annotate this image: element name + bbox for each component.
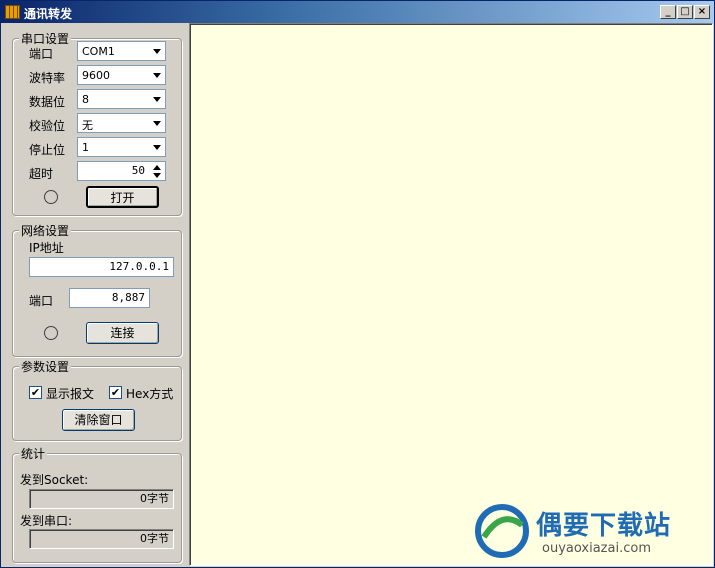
to-socket-label: 发到Socket: [20, 473, 89, 487]
watermark: 偶要下载站 ouyaoxiazai.com [474, 501, 704, 561]
app-icon [5, 5, 20, 19]
watermark-logo-icon [475, 504, 529, 558]
chevron-down-icon [153, 121, 161, 126]
serial-settings-group: 串口设置 端口 COM1 波特率 9600 数据位 8 校验位 无 停止位 1 … [12, 30, 182, 216]
parity-select[interactable]: 无 [77, 113, 166, 133]
network-port-input[interactable]: 8,887 [69, 288, 150, 308]
watermark-url: ouyaoxiazai.com [542, 541, 651, 556]
data-bits-value: 8 [82, 93, 89, 106]
chevron-down-icon [153, 73, 161, 78]
timeout-label: 超时 [29, 167, 54, 181]
close-button[interactable]: × [694, 5, 710, 19]
timeout-value: 50 [131, 164, 145, 177]
spin-up-icon[interactable] [153, 165, 161, 170]
parity-value: 无 [82, 119, 93, 132]
network-port-label: 端口 [29, 294, 54, 308]
maximize-button[interactable]: □ [677, 5, 693, 19]
ip-address-input[interactable]: 127.0.0.1 [29, 257, 174, 277]
baud-rate-select[interactable]: 9600 [77, 65, 166, 85]
watermark-title: 偶要下载站 [536, 511, 672, 541]
show-message-checkbox[interactable]: ✔ [29, 386, 42, 399]
baud-rate-value: 9600 [82, 69, 110, 82]
title-bar[interactable]: 通讯转发 _ □ × [1, 1, 714, 23]
params-settings-group: 参数设置 ✔ 显示报文 ✔ Hex方式 清除窗口 [12, 358, 182, 441]
network-settings-title: 网络设置 [19, 222, 72, 239]
serial-port-value: COM1 [82, 45, 115, 58]
show-message-label: 显示报文 [46, 387, 95, 401]
network-settings-group: 网络设置 IP地址 127.0.0.1 端口 8,887 连接 [12, 222, 182, 357]
baud-rate-label: 波特率 [29, 71, 66, 85]
params-settings-title: 参数设置 [19, 358, 72, 375]
serial-port-select[interactable]: COM1 [77, 41, 166, 61]
network-status-indicator [44, 326, 58, 340]
to-serial-counter: 0字节 [29, 529, 174, 549]
serial-port-label: 端口 [29, 47, 54, 61]
open-serial-button[interactable]: 打开 [86, 186, 159, 208]
hex-mode-checkbox[interactable]: ✔ [109, 386, 122, 399]
chevron-down-icon [153, 49, 161, 54]
hex-mode-label: Hex方式 [126, 387, 174, 401]
spin-down-icon[interactable] [153, 173, 161, 178]
stop-bits-label: 停止位 [29, 143, 66, 157]
chevron-down-icon [153, 97, 161, 102]
parity-label: 校验位 [29, 119, 66, 133]
chevron-down-icon [153, 145, 161, 150]
main-window: 通讯转发 _ □ × 串口设置 端口 COM1 波特率 9600 数据位 8 校… [0, 0, 715, 568]
stop-bits-value: 1 [82, 141, 89, 154]
timeout-spinner[interactable]: 50 [77, 161, 166, 181]
to-socket-counter: 0字节 [29, 489, 174, 509]
ip-address-label: IP地址 [29, 241, 64, 255]
minimize-button[interactable]: _ [660, 5, 676, 19]
message-display-area[interactable]: 偶要下载站 ouyaoxiazai.com [189, 23, 713, 566]
connect-button[interactable]: 连接 [86, 322, 159, 344]
stats-group: 统计 发到Socket: 0字节 发到串口: 0字节 [12, 445, 182, 563]
stats-title: 统计 [19, 445, 48, 462]
data-bits-select[interactable]: 8 [77, 89, 166, 109]
stop-bits-select[interactable]: 1 [77, 137, 166, 157]
to-serial-label: 发到串口: [20, 514, 73, 528]
window-title: 通讯转发 [24, 7, 73, 21]
serial-status-indicator [44, 190, 58, 204]
data-bits-label: 数据位 [29, 95, 66, 109]
settings-panel: 串口设置 端口 COM1 波特率 9600 数据位 8 校验位 无 停止位 1 … [1, 23, 189, 568]
clear-window-button[interactable]: 清除窗口 [62, 409, 135, 431]
